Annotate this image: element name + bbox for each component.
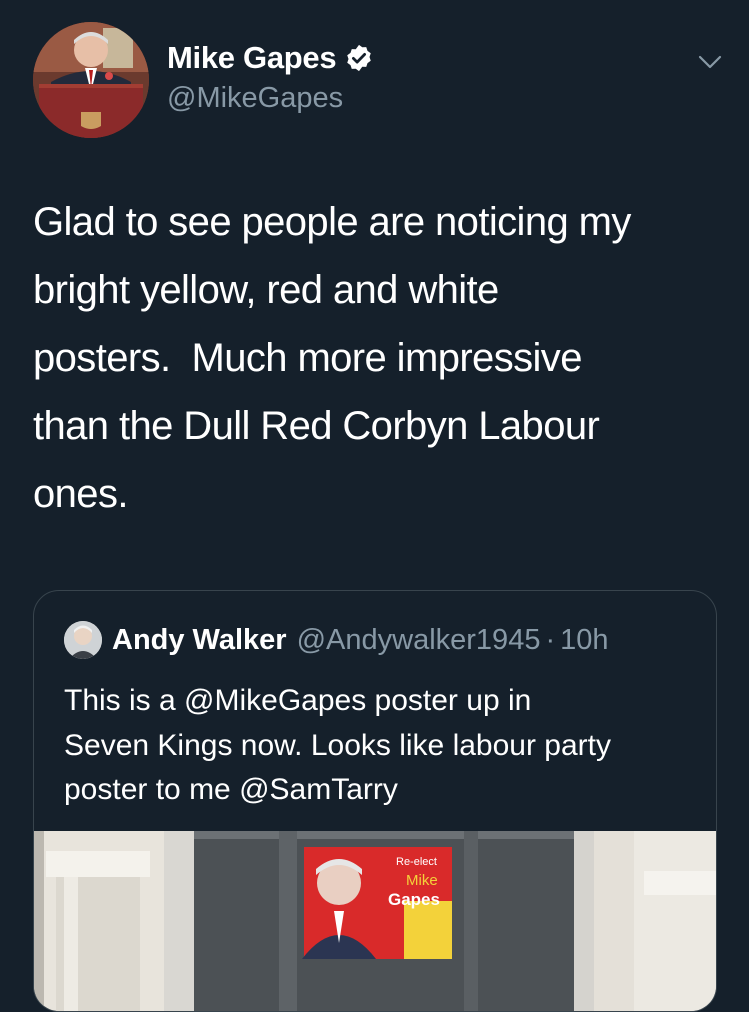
quoted-tweet-header: Andy Walker @Andywalker1945 · 10h <box>64 621 609 659</box>
tweet-text: Glad to see people are noticing my brigh… <box>33 200 631 516</box>
quoted-author-handle: @Andywalker1945 <box>296 623 541 656</box>
author-avatar[interactable] <box>33 22 149 138</box>
meta-separator: · <box>545 623 556 656</box>
quoted-tweet-text: This is a @MikeGapes poster up in Seven … <box>64 684 611 806</box>
verified-badge-icon <box>347 44 372 72</box>
poster-line-1: Re-elect <box>396 856 437 868</box>
tweet-header: Mike Gapes @MikeGapes <box>33 22 723 142</box>
poster-line-2: Mike <box>406 872 438 889</box>
quoted-author-name: Andy Walker <box>112 623 287 656</box>
author-handle[interactable]: @MikeGapes <box>167 82 343 115</box>
quoted-author-avatar <box>64 621 102 659</box>
quoted-tweet[interactable]: Andy Walker @Andywalker1945 · 10h This i… <box>33 590 717 1012</box>
quoted-tweet-photo[interactable]: Re-elect Mike Gapes <box>34 831 716 1011</box>
author-name[interactable]: Mike Gapes <box>167 40 337 76</box>
quoted-timestamp: 10h <box>560 623 609 656</box>
author-name-row: Mike Gapes <box>167 40 374 76</box>
election-poster: Re-elect Mike Gapes <box>302 847 452 959</box>
chevron-down-icon[interactable] <box>697 52 723 72</box>
poster-line-3: Gapes <box>388 890 440 909</box>
